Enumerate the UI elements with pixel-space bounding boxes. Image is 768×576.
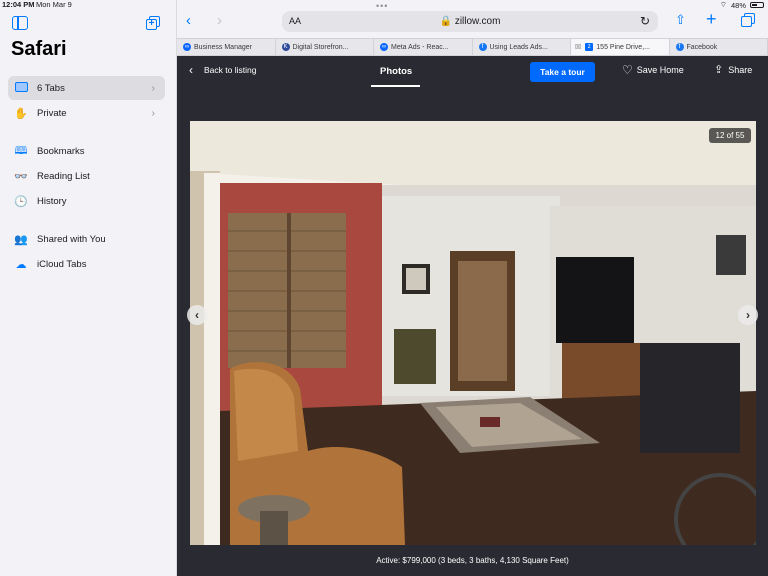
battery-icon (750, 2, 764, 8)
sidebar-item-history[interactable]: 🕒 History (8, 189, 165, 213)
chevron-right-icon: › (151, 82, 155, 94)
sidebar-item-label: Bookmarks (37, 145, 85, 157)
wifi-icon: ⌔ (719, 0, 727, 9)
status-time: 12:04 PM (2, 0, 35, 9)
k-icon: K (281, 43, 290, 51)
tab-label: Meta Ads - Reac... (391, 43, 449, 51)
chevron-left-icon: ‹ (195, 308, 199, 322)
sidebar-item-private[interactable]: ✋ Private › (8, 101, 165, 125)
status-date: Mon Mar 9 (36, 0, 72, 9)
tab-strip: ∞ Business Manager K Digital Storefron..… (177, 38, 768, 56)
save-home-label: Save Home (636, 65, 684, 75)
sidebar-item-bookmarks[interactable]: 🕮 Bookmarks (8, 139, 165, 163)
tab-155-pine-drive[interactable]: ☒ z 155 Pine Drive,... (571, 39, 670, 55)
meta-icon: ∞ (183, 43, 191, 51)
battery-percent: 48% (730, 0, 746, 10)
zillow-icon: z (585, 43, 594, 51)
sidebar-item-label: iCloud Tabs (37, 258, 87, 270)
sidebar-item-reading-list[interactable]: 👓 Reading List (8, 164, 165, 188)
new-tab-plus-icon[interactable]: + (706, 9, 717, 30)
tab-label: Digital Storefron... (292, 43, 349, 51)
facebook-icon: f (675, 43, 684, 51)
tab-label: Business Manager (194, 43, 252, 51)
tab-business-manager[interactable]: ∞ Business Manager (177, 39, 276, 55)
close-tab-icon[interactable]: ☒ (575, 43, 581, 51)
cloud-icon: ☁ (15, 258, 27, 271)
address-bar[interactable]: AA 🔒 zillow.com ↻ (282, 11, 658, 32)
chevron-right-icon: › (151, 107, 155, 119)
living-room-photo-image (190, 121, 756, 545)
tab-meta-ads[interactable]: ∞ Meta Ads - Reac... (374, 39, 473, 55)
sidebar-item-label: Reading List (37, 170, 90, 182)
forward-chevron-icon[interactable]: › (217, 12, 222, 29)
sidebar-item-label: Shared with You (37, 233, 106, 245)
sidebar-item-icloud-tabs[interactable]: ☁ iCloud Tabs (8, 252, 165, 276)
tab-label: 155 Pine Drive,... (596, 43, 650, 51)
glasses-icon: 👓 (14, 170, 28, 183)
bookmark-icon: 🕮 (14, 144, 28, 157)
sidebar-toggle-icon[interactable] (12, 16, 28, 30)
photo-viewer-header: ‹ Back to listing Photos Take a tour ♡ S… (177, 56, 768, 88)
tab-using-leads-ads[interactable]: f Using Leads Ads... (473, 39, 571, 55)
tabs-icon (13, 81, 29, 95)
status-right: ⌔ 48% (720, 0, 764, 10)
facebook-icon: f (478, 43, 487, 51)
save-home-button[interactable]: ♡ Save Home (622, 63, 684, 77)
lock-icon: 🔒 (439, 16, 453, 27)
people-icon: 👥 (14, 233, 28, 246)
sidebar: + Safari 6 Tabs › ✋ Private › 🕮 Bookmark… (0, 0, 177, 576)
photo-counter: 12 of 55 (709, 128, 751, 143)
heart-icon: ♡ (622, 63, 633, 77)
sidebar-item-label: 6 Tabs (37, 82, 65, 94)
tab-overview-icon[interactable] (741, 13, 755, 27)
listing-photo[interactable]: 12 of 55 (190, 121, 756, 545)
share-label: Share (728, 65, 753, 75)
share-icon[interactable]: ⇧ (675, 12, 686, 28)
meta-icon: ∞ (380, 43, 388, 51)
hand-icon: ✋ (14, 107, 28, 120)
share-button[interactable]: ⇪ Share (714, 64, 753, 76)
take-a-tour-button[interactable]: Take a tour (530, 62, 595, 82)
listing-caption: Active: $799,000 (3 beds, 3 baths, 4,130… (376, 556, 569, 565)
tab-photos-underline (371, 85, 420, 87)
back-chevron-icon[interactable]: ‹ (186, 12, 191, 29)
tab-digital-storefront[interactable]: K Digital Storefron... (276, 39, 374, 55)
url-domain: zillow.com (454, 16, 501, 27)
share-icon: ⇪ (714, 64, 724, 76)
zillow-photo-viewer: ‹ Back to listing Photos Take a tour ♡ S… (177, 56, 768, 576)
sidebar-title: Safari (11, 38, 67, 60)
back-to-listing-link[interactable]: ‹ Back to listing (189, 63, 257, 77)
tab-facebook[interactable]: f Facebook (670, 39, 768, 55)
next-photo-button[interactable]: › (738, 305, 758, 325)
chevron-right-icon: › (746, 308, 750, 322)
status-bar: 12:04 PM Mon Mar 9 ⌔ 48% (0, 0, 768, 10)
clock-icon: 🕒 (14, 195, 28, 208)
chevron-left-icon: ‹ (189, 63, 193, 77)
reload-icon[interactable]: ↻ (640, 14, 650, 28)
tab-photos[interactable]: Photos (380, 66, 412, 77)
tab-label: Facebook (686, 43, 718, 51)
sidebar-item-tabs[interactable]: 6 Tabs › (8, 76, 165, 100)
tab-label: Using Leads Ads... (489, 43, 548, 51)
sidebar-item-shared-with-you[interactable]: 👥 Shared with You (8, 227, 165, 251)
new-tab-group-icon[interactable]: + (146, 16, 160, 30)
sidebar-item-label: Private (37, 107, 67, 119)
url-text: 🔒 zillow.com (282, 16, 658, 27)
previous-photo-button[interactable]: ‹ (187, 305, 207, 325)
back-to-listing-label: Back to listing (204, 65, 257, 75)
sidebar-item-label: History (37, 195, 67, 207)
